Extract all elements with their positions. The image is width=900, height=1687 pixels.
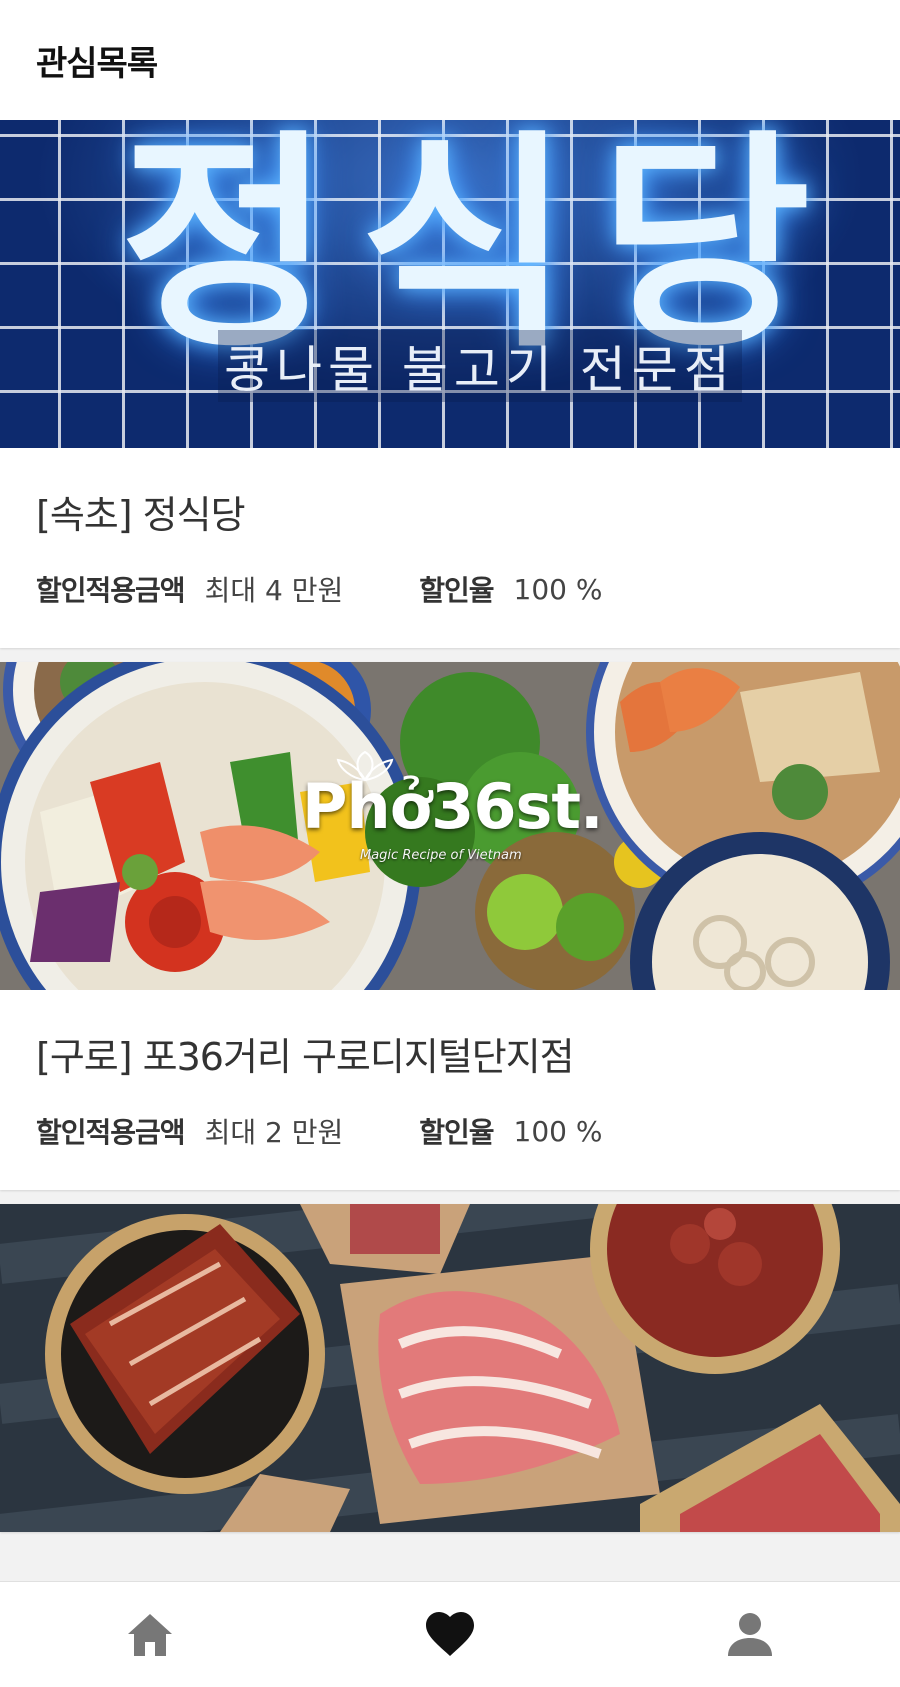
discount-rate-value: 100 % (513, 572, 603, 606)
meat-spread (0, 1204, 900, 1532)
discount-rate-label: 할인율 (419, 574, 494, 607)
page-title: 관심목록 (36, 43, 158, 84)
brand-tagline: Magic Recipe of Vietnam (360, 848, 522, 863)
sign-subtitle: 콩나물 불고기 전문점 (218, 330, 742, 402)
restaurant-card[interactable] (0, 1204, 900, 1532)
header: 관심목록 (0, 0, 900, 120)
restaurant-card[interactable]: Phở36st. Magic Recipe of Vietnam [구로] 포3… (0, 662, 900, 1190)
user-icon (728, 1612, 772, 1656)
restaurant-card[interactable]: 정식당 콩나물 불고기 전문점 [속초] 정식당 할인적용금액 최대 4 만원 … (0, 120, 900, 648)
discount-rate-label: 할인율 (419, 1116, 494, 1149)
restaurant-image[interactable]: Phở36st. Magic Recipe of Vietnam (0, 662, 900, 990)
discount-amount-value: 최대 2 만원 (204, 1116, 344, 1149)
nav-favorites[interactable] (390, 1585, 510, 1685)
discount-amount-label: 할인적용금액 (36, 1116, 186, 1149)
restaurant-image[interactable]: 정식당 콩나물 불고기 전문점 (0, 120, 900, 448)
discount-amount-label: 할인적용금액 (36, 574, 186, 607)
heart-icon (426, 1611, 474, 1656)
discount-info: 할인적용금액 최대 4 만원 할인율 100 % (36, 569, 864, 609)
brand-logo-text: Phở36st. (302, 770, 604, 843)
discount-info: 할인적용금액 최대 2 만원 할인율 100 % (36, 1111, 864, 1151)
card-body: [속초] 정식당 할인적용금액 최대 4 만원 할인율 100 % (0, 448, 900, 648)
bottom-nav (0, 1581, 900, 1687)
app: 관심목록 정식당 콩나물 불고기 전문점 [속초] 정식당 할인적용금액 최대 … (0, 0, 900, 1687)
nav-profile[interactable] (690, 1585, 810, 1685)
restaurant-title[interactable]: [구로] 포36거리 구로디지털단지점 (36, 1026, 864, 1081)
card-body: [구로] 포36거리 구로디지털단지점 할인적용금액 최대 2 만원 할인율 1… (0, 990, 900, 1190)
wishlist: 정식당 콩나물 불고기 전문점 [속초] 정식당 할인적용금액 최대 4 만원 … (0, 120, 900, 1546)
home-icon (128, 1613, 172, 1656)
restaurant-title[interactable]: [속초] 정식당 (36, 484, 864, 539)
discount-rate-value: 100 % (513, 1114, 603, 1148)
discount-amount-value: 최대 4 만원 (204, 574, 344, 607)
restaurant-image[interactable] (0, 1204, 900, 1532)
nav-home[interactable] (90, 1585, 210, 1685)
